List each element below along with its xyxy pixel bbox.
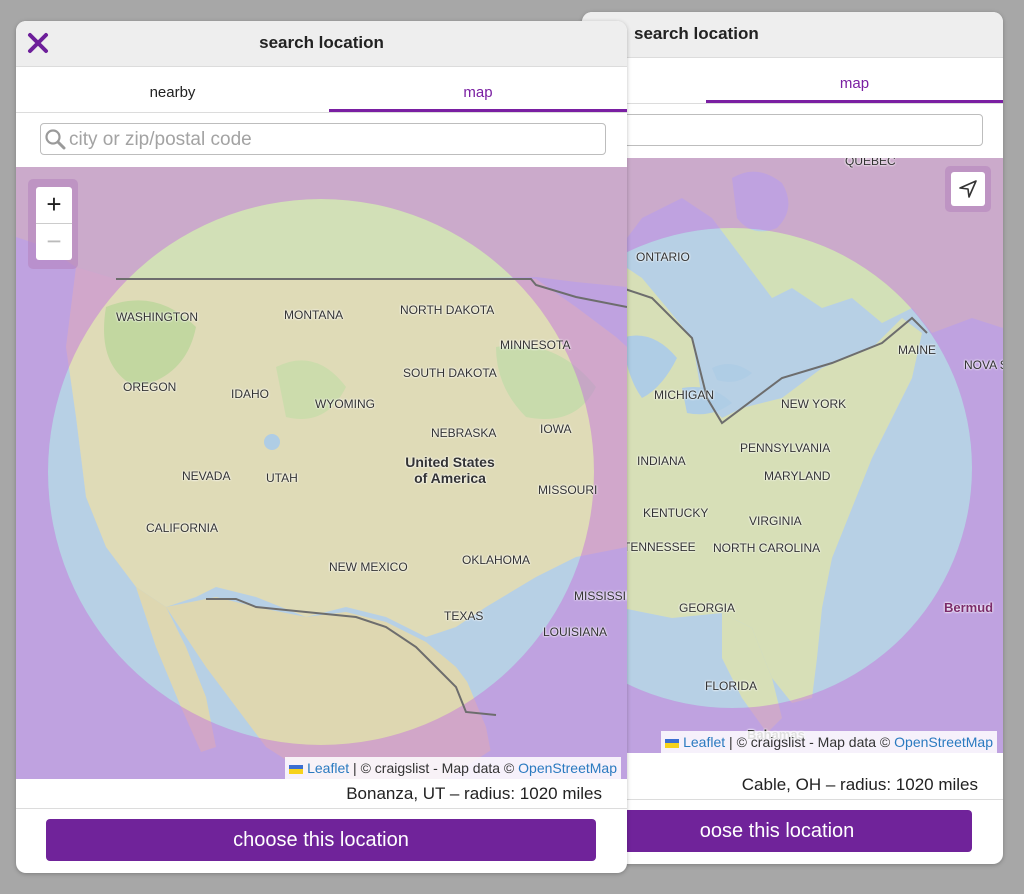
map-attribution: Leaflet | © craigslist - Map data © Open…	[285, 757, 621, 779]
label-georgia: GEORGIA	[679, 601, 736, 615]
leaflet-link[interactable]: Leaflet	[683, 734, 725, 750]
label-south-dakota: SOUTH DAKOTA	[403, 366, 497, 380]
map-view[interactable]: QUEBEC ONTARIO MAINE NOVA S MICHIGAN NEW…	[582, 158, 1003, 753]
zoom-control: + −	[28, 179, 78, 269]
label-tennessee: TENNESSEE	[623, 540, 696, 554]
openstreetmap-link[interactable]: OpenStreetMap	[518, 760, 617, 776]
label-new-york: NEW YORK	[781, 397, 847, 411]
search-location-dialog-front: search location nearby map city or zip/p…	[16, 21, 627, 873]
map-attribution: Leaflet | © craigslist - Map data © Open…	[661, 731, 997, 753]
zoom-in-button[interactable]: +	[36, 187, 72, 224]
label-washington: WASHINGTON	[116, 310, 199, 324]
label-texas: TEXAS	[444, 609, 484, 623]
label-minnesota: MINNESOTA	[500, 338, 571, 352]
label-idaho: IDAHO	[231, 387, 270, 401]
dialog-titlebar: search location	[16, 21, 627, 67]
attribution-text: | © craigslist - Map data ©	[729, 734, 891, 750]
label-maryland: MARYLAND	[764, 469, 831, 483]
ukraine-flag-icon	[289, 764, 304, 774]
map-view[interactable]: WASHINGTON MONTANA NORTH DAKOTA MINNESOT…	[16, 167, 627, 779]
label-louisiana: LOUISIANA	[543, 625, 608, 639]
search-icon	[45, 129, 66, 150]
country-label: United States of America	[392, 454, 508, 486]
tab-map[interactable]: map	[329, 67, 627, 112]
navigation-arrow-icon	[959, 180, 977, 198]
tab-bar: nearby map	[16, 67, 627, 113]
dialog-titlebar: search location	[582, 12, 1003, 58]
label-missouri: MISSOURI	[538, 483, 598, 497]
label-california: CALIFORNIA	[146, 521, 219, 535]
country-label-line-2: of America	[414, 470, 486, 486]
label-florida: FLORIDA	[705, 679, 758, 693]
tab-map[interactable]: map	[706, 58, 1003, 103]
label-indiana: INDIANA	[637, 454, 686, 468]
label-new-mexico: NEW MEXICO	[329, 560, 408, 574]
country-label-line-1: United States	[405, 454, 495, 470]
divider	[16, 808, 627, 809]
search-location-dialog-back: search location map e QUEBEC	[582, 12, 1003, 864]
search-input[interactable]: e	[612, 114, 983, 146]
search-field	[40, 123, 606, 156]
label-ontario: ONTARIO	[636, 250, 690, 264]
label-pennsylvania: PENNSYLVANIA	[740, 441, 831, 455]
search-input[interactable]	[67, 124, 599, 156]
label-montana: MONTANA	[284, 308, 344, 322]
label-nebraska: NEBRASKA	[431, 426, 497, 440]
label-nova: NOVA S	[964, 358, 1003, 372]
locate-control	[945, 166, 991, 212]
label-wyoming: WYOMING	[315, 397, 375, 411]
openstreetmap-link[interactable]: OpenStreetMap	[894, 734, 993, 750]
label-maine: MAINE	[898, 343, 937, 357]
radius-text: Bonanza, UT – radius: 1020 miles	[346, 784, 602, 803]
leaflet-link[interactable]: Leaflet	[307, 760, 349, 776]
choose-location-button[interactable]: oose this location	[582, 810, 972, 852]
label-north-carolina: NORTH CAROLINA	[713, 541, 821, 555]
map-tiles	[16, 167, 627, 779]
label-oregon: OREGON	[123, 380, 177, 394]
zoom-out-button[interactable]: −	[36, 224, 72, 260]
radius-text: Cable, OH – radius: 1020 miles	[741, 775, 978, 794]
tab-nearby[interactable]: nearby	[16, 67, 329, 112]
label-quebec: QUEBEC	[845, 158, 896, 168]
label-north-dakota: NORTH DAKOTA	[400, 303, 495, 317]
locate-button[interactable]	[951, 172, 985, 206]
dialog-title: search location	[634, 24, 759, 43]
label-bermuda: Bermud	[944, 600, 994, 615]
label-kentucky: KENTUCKY	[643, 506, 709, 520]
tab-bar: map	[582, 58, 1003, 104]
label-iowa: IOWA	[540, 422, 572, 436]
label-oklahoma: OKLAHOMA	[462, 553, 531, 567]
label-nevada: NEVADA	[182, 469, 231, 483]
label-utah: UTAH	[266, 471, 298, 485]
label-michigan: MICHIGAN	[654, 388, 714, 402]
label-mississippi: MISSISSIPPI	[574, 589, 627, 603]
divider	[582, 799, 1003, 800]
attribution-text: | © craigslist - Map data ©	[353, 760, 515, 776]
ukraine-flag-icon	[665, 738, 680, 748]
choose-location-button[interactable]: choose this location	[46, 819, 596, 861]
label-virginia: VIRGINIA	[749, 514, 802, 528]
dialog-title: search location	[259, 33, 384, 52]
